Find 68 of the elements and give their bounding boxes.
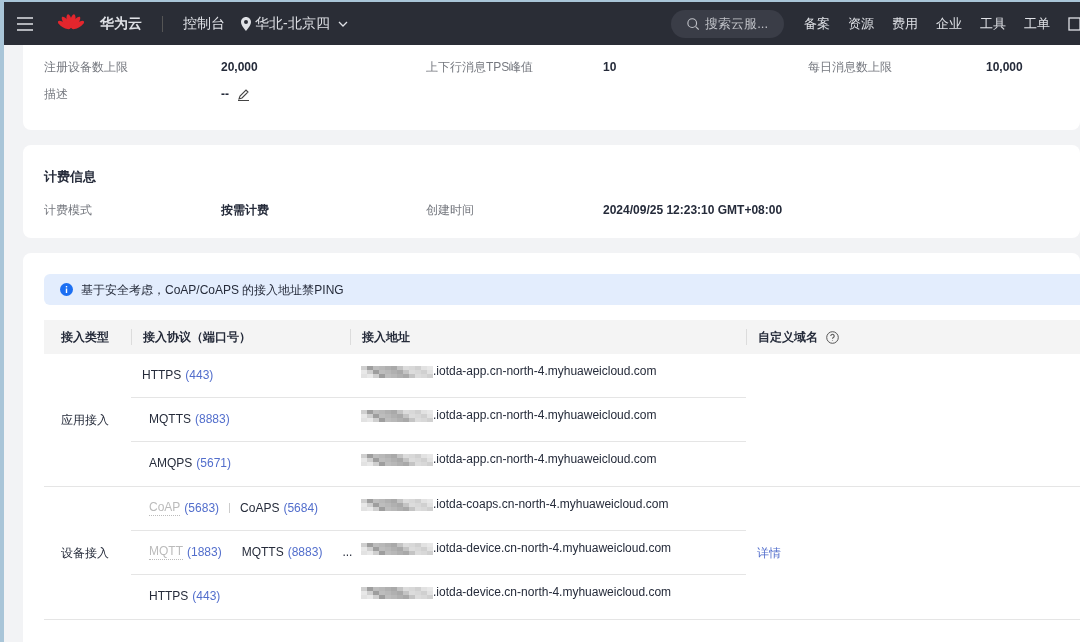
access-address: .iotda-app.cn-north-4.myhuaweicloud.com [433, 453, 657, 465]
access-type: 设备接入 [61, 545, 109, 562]
menu-icon[interactable] [16, 16, 34, 31]
window-icon[interactable] [1068, 16, 1080, 31]
nav-link[interactable]: 工具 [980, 13, 1006, 34]
redacted-block [361, 366, 433, 378]
column-header: 接入地址 [362, 329, 410, 346]
protocol-name: MQTTS [149, 410, 191, 428]
access-type: 应用接入 [61, 412, 109, 429]
field-value: 10,000 [986, 61, 1023, 74]
nav-link[interactable]: 企业 [936, 13, 962, 34]
details-link[interactable]: 详情 [757, 544, 781, 562]
access-address: .iotda-coaps.cn-north-4.myhuaweicloud.com [433, 498, 669, 510]
section-title: 计费信息 [44, 168, 97, 186]
port-number: (443) [185, 366, 214, 384]
more-protocols[interactable]: ... [342, 542, 353, 561]
nav-link[interactable]: 资源 [848, 13, 874, 34]
field-label: 注册设备数上限 [44, 61, 129, 74]
field-value: 20,000 [221, 61, 258, 74]
port-number: (5671) [196, 455, 232, 472]
column-header: 接入协议（端口号） [143, 329, 251, 346]
field-label: 创建时间 [426, 201, 475, 219]
notice-text: 基于安全考虑，CoAP/CoAPS 的接入地址禁PING [81, 281, 344, 299]
field-label: 上下行消息TPS峰值 [426, 61, 535, 74]
field-value: 按需计费 [221, 201, 270, 219]
redacted-block [361, 543, 433, 555]
pencil-icon[interactable] [237, 88, 250, 101]
port-number: (443) [192, 588, 221, 605]
nav-link[interactable]: 备案 [804, 13, 830, 34]
region-selector[interactable]: 华北-北京四 [241, 13, 348, 34]
info-icon [60, 283, 73, 296]
protocol-name: CoAP [149, 499, 181, 516]
field-value: 10 [603, 61, 617, 74]
protocol-name: HTTPS [149, 588, 189, 605]
protocol-name: MQTTS [241, 543, 284, 561]
redacted-block [361, 454, 433, 466]
access-address: .iotda-device.cn-north-4.myhuaweicloud.com [433, 542, 672, 554]
column-header: 自定义域名 [758, 329, 818, 346]
search-field[interactable]: 搜索云服... [671, 9, 784, 38]
field-label: 描述 [44, 88, 69, 101]
field-value: -- [221, 88, 229, 101]
port-number: (1883) [187, 543, 222, 561]
redacted-block [361, 587, 433, 599]
column-header: 接入类型 [61, 329, 109, 346]
port-number: (8883) [287, 543, 323, 561]
field-value: 2024/09/25 12:23:10 GMT+08:00 [603, 201, 784, 219]
protocol-name: CoAPS [240, 499, 280, 517]
location-pin-icon [241, 16, 251, 31]
access-address: .iotda-app.cn-north-4.myhuaweicloud.com [433, 409, 657, 421]
brand-name: 华为云 [100, 14, 142, 33]
port-number: (5683) [184, 499, 220, 517]
nav-link[interactable]: 工单 [1024, 13, 1050, 34]
redacted-block [361, 499, 433, 511]
console-link[interactable]: 控制台 [183, 13, 225, 34]
access-address: .iotda-device.cn-north-4.myhuaweicloud.com [433, 586, 672, 598]
protocol-name: HTTPS [142, 366, 182, 384]
help-icon[interactable] [826, 330, 839, 344]
field-label: 每日消息数上限 [808, 61, 893, 74]
redacted-block [361, 410, 433, 422]
port-number: (5684) [283, 499, 319, 517]
nav-link[interactable]: 费用 [892, 13, 918, 34]
field-label: 计费模式 [44, 201, 93, 219]
search-icon [687, 16, 700, 31]
protocol-name: AMQPS [149, 455, 193, 472]
chevron-down-icon [337, 20, 348, 27]
port-number: (8883) [195, 410, 230, 428]
protocol-name: MQTT [149, 543, 183, 560]
access-address: .iotda-app.cn-north-4.myhuaweicloud.com [433, 365, 657, 377]
